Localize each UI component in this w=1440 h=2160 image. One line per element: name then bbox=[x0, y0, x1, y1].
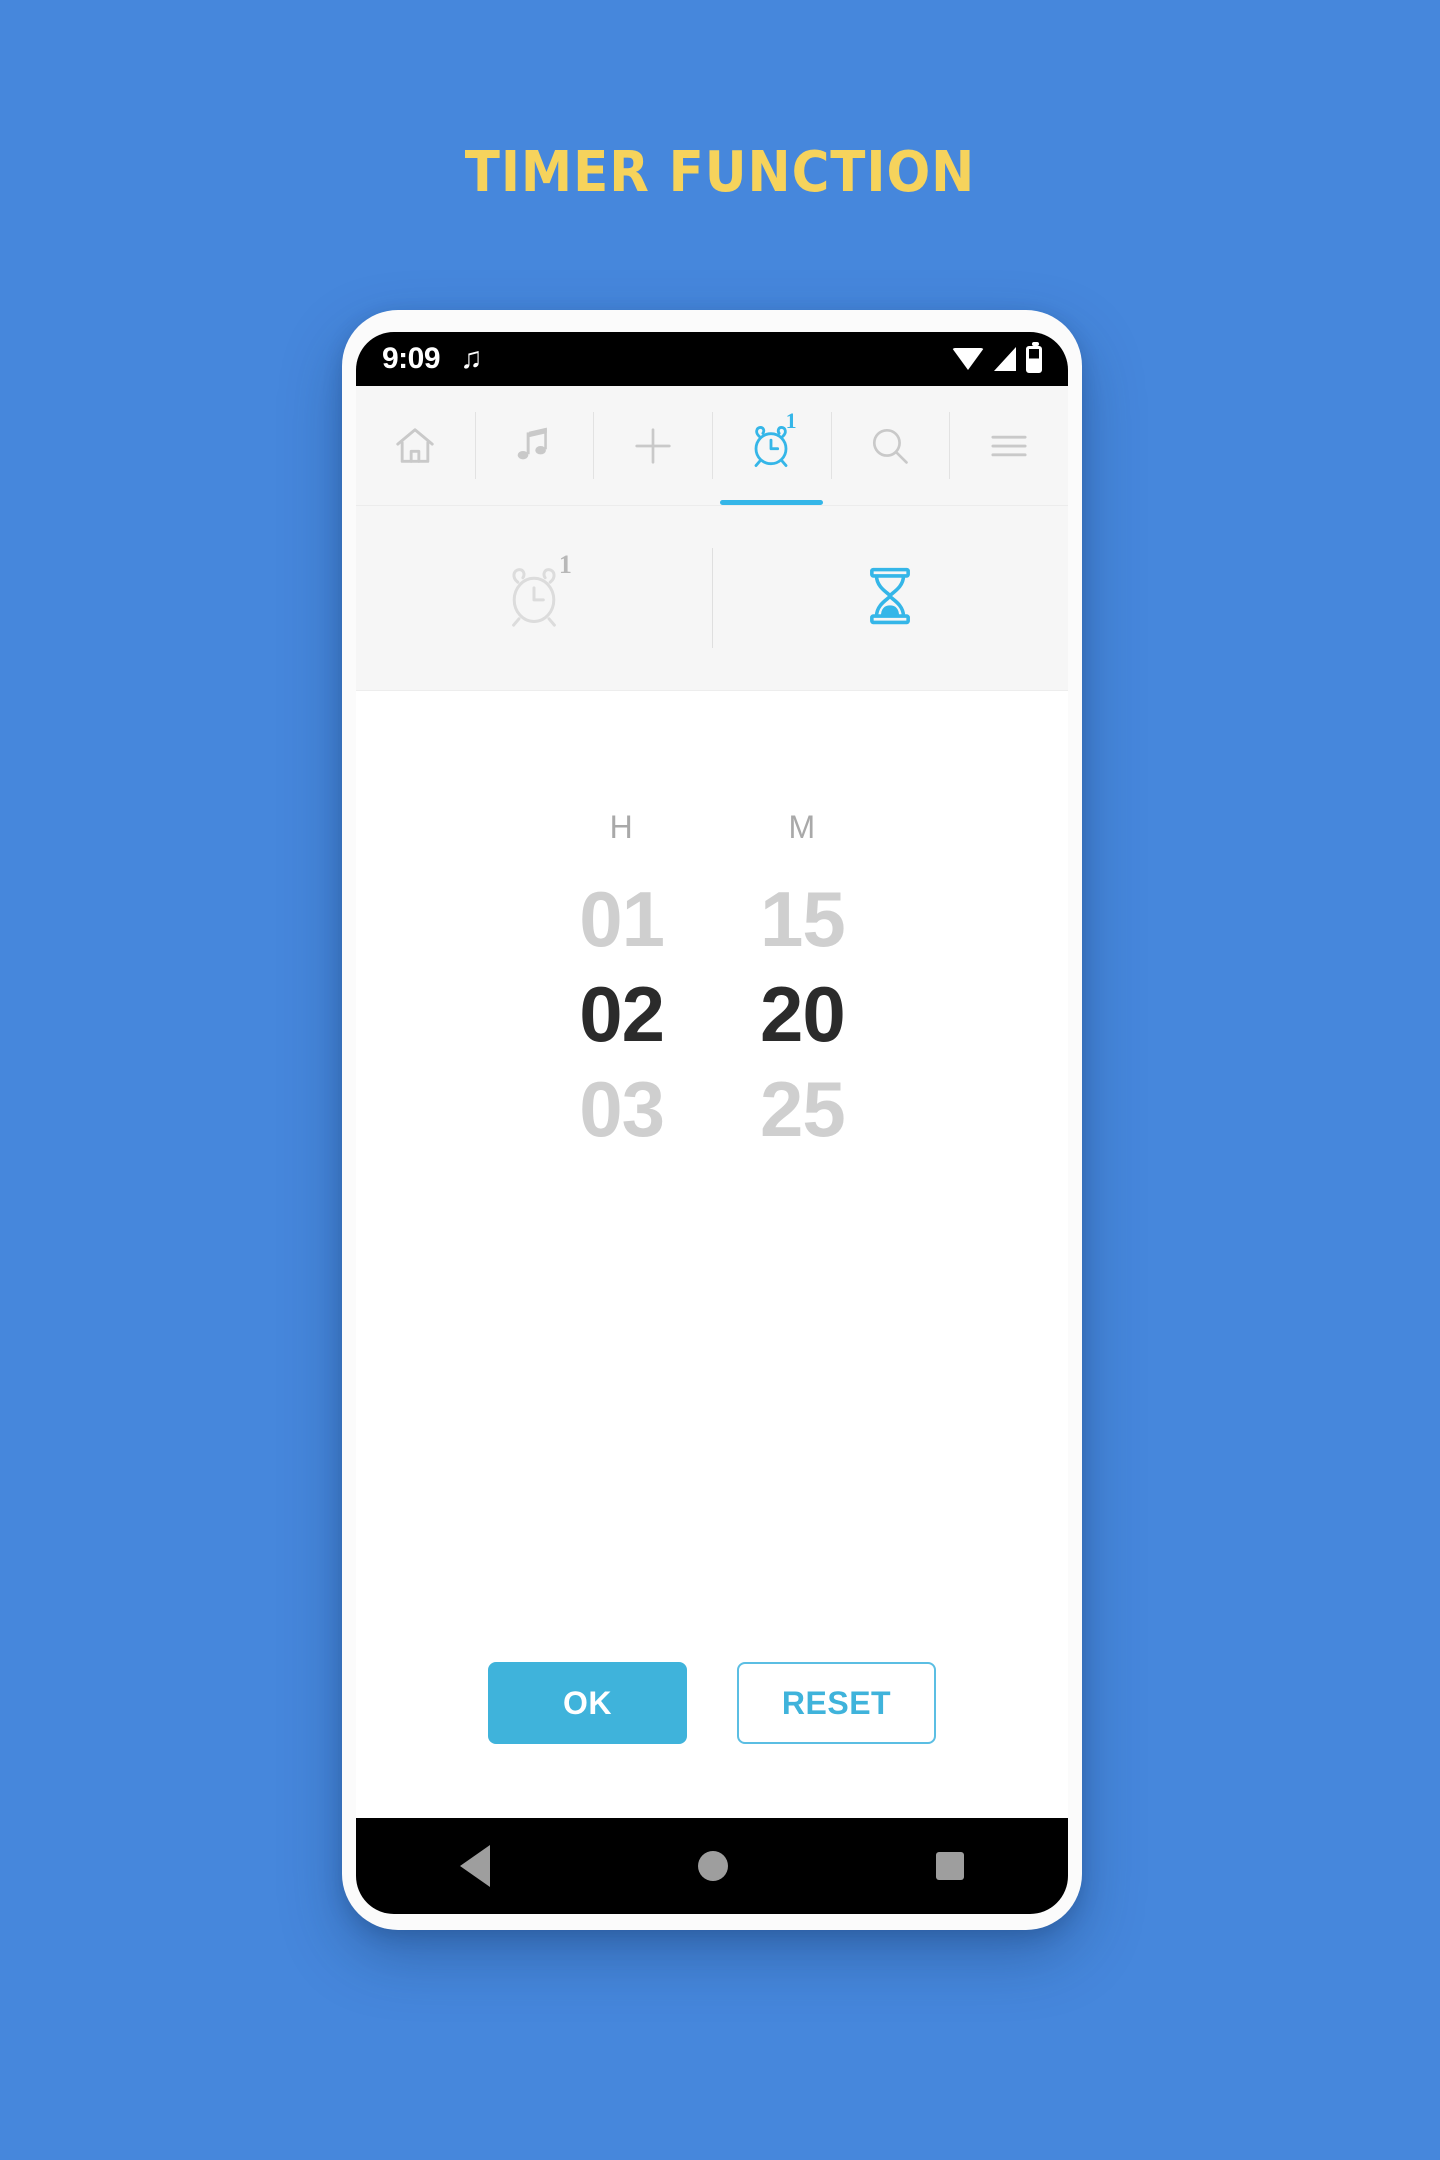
nav-item-alarm[interactable]: 1 bbox=[712, 386, 831, 505]
sub-tab-alarm-badge: 1 bbox=[558, 550, 572, 579]
search-icon bbox=[867, 423, 913, 469]
recent-square-icon[interactable] bbox=[936, 1852, 964, 1880]
reset-button[interactable]: RESET bbox=[737, 1662, 936, 1744]
page-title: TIMER FUNCTION bbox=[464, 140, 976, 205]
sub-tab-timer[interactable] bbox=[712, 506, 1068, 690]
picker-option-hours-selected[interactable]: 02 bbox=[579, 967, 665, 1062]
phone-device-frame: 9:09 ♫ 1 1 H 01 02 03 M 15 20 25 OK RESE… bbox=[342, 310, 1082, 1930]
active-tab-indicator bbox=[720, 500, 823, 505]
signal-icon bbox=[994, 347, 1016, 371]
picker-label-minutes: M bbox=[788, 809, 817, 845]
home-icon bbox=[392, 423, 438, 469]
sub-tab-bar: 1 bbox=[356, 506, 1068, 691]
alarm-badge-count: 1 bbox=[785, 408, 797, 433]
wifi-icon bbox=[952, 348, 984, 370]
picker-action-buttons: OK RESET bbox=[356, 1662, 1068, 1744]
status-bar-indicators bbox=[952, 341, 1042, 373]
battery-icon bbox=[1026, 341, 1042, 373]
picker-columns: H 01 02 03 M 15 20 25 bbox=[356, 691, 1068, 1157]
status-bar: 9:09 ♫ bbox=[356, 332, 1068, 386]
picker-column-hours: H 01 02 03 bbox=[579, 809, 665, 1157]
hamburger-menu-icon bbox=[986, 423, 1032, 469]
sub-tab-alarm[interactable]: 1 bbox=[356, 506, 712, 690]
top-navigation-bar: 1 bbox=[356, 386, 1068, 506]
status-bar-time: 9:09 bbox=[382, 342, 441, 375]
music-note-icon: ♫ bbox=[460, 342, 483, 375]
plus-icon bbox=[630, 423, 676, 469]
nav-item-music[interactable] bbox=[474, 386, 594, 505]
nav-item-search[interactable] bbox=[830, 386, 950, 505]
picker-label-hours: H bbox=[609, 809, 634, 845]
timer-picker-panel: H 01 02 03 M 15 20 25 OK RESET bbox=[356, 691, 1068, 1818]
picker-option-hours-prev[interactable]: 01 bbox=[579, 872, 665, 967]
back-triangle-icon[interactable] bbox=[460, 1845, 490, 1887]
nav-item-home[interactable] bbox=[356, 386, 475, 505]
android-navigation-bar bbox=[356, 1818, 1068, 1914]
nav-item-menu[interactable] bbox=[949, 386, 1068, 505]
music-note-icon bbox=[512, 424, 556, 468]
picker-option-hours-next[interactable]: 03 bbox=[579, 1062, 665, 1157]
hourglass-icon bbox=[857, 563, 923, 634]
picker-option-minutes-selected[interactable]: 20 bbox=[760, 967, 846, 1062]
picker-column-minutes: M 15 20 25 bbox=[760, 809, 846, 1157]
picker-option-minutes-prev[interactable]: 15 bbox=[760, 872, 846, 967]
home-circle-icon[interactable] bbox=[698, 1851, 728, 1881]
nav-item-add[interactable] bbox=[593, 386, 712, 505]
ok-button[interactable]: OK bbox=[488, 1662, 687, 1744]
phone-screen: 9:09 ♫ 1 1 H 01 02 03 M 15 20 25 OK RESE… bbox=[356, 332, 1068, 1914]
picker-option-minutes-next[interactable]: 25 bbox=[760, 1062, 846, 1157]
